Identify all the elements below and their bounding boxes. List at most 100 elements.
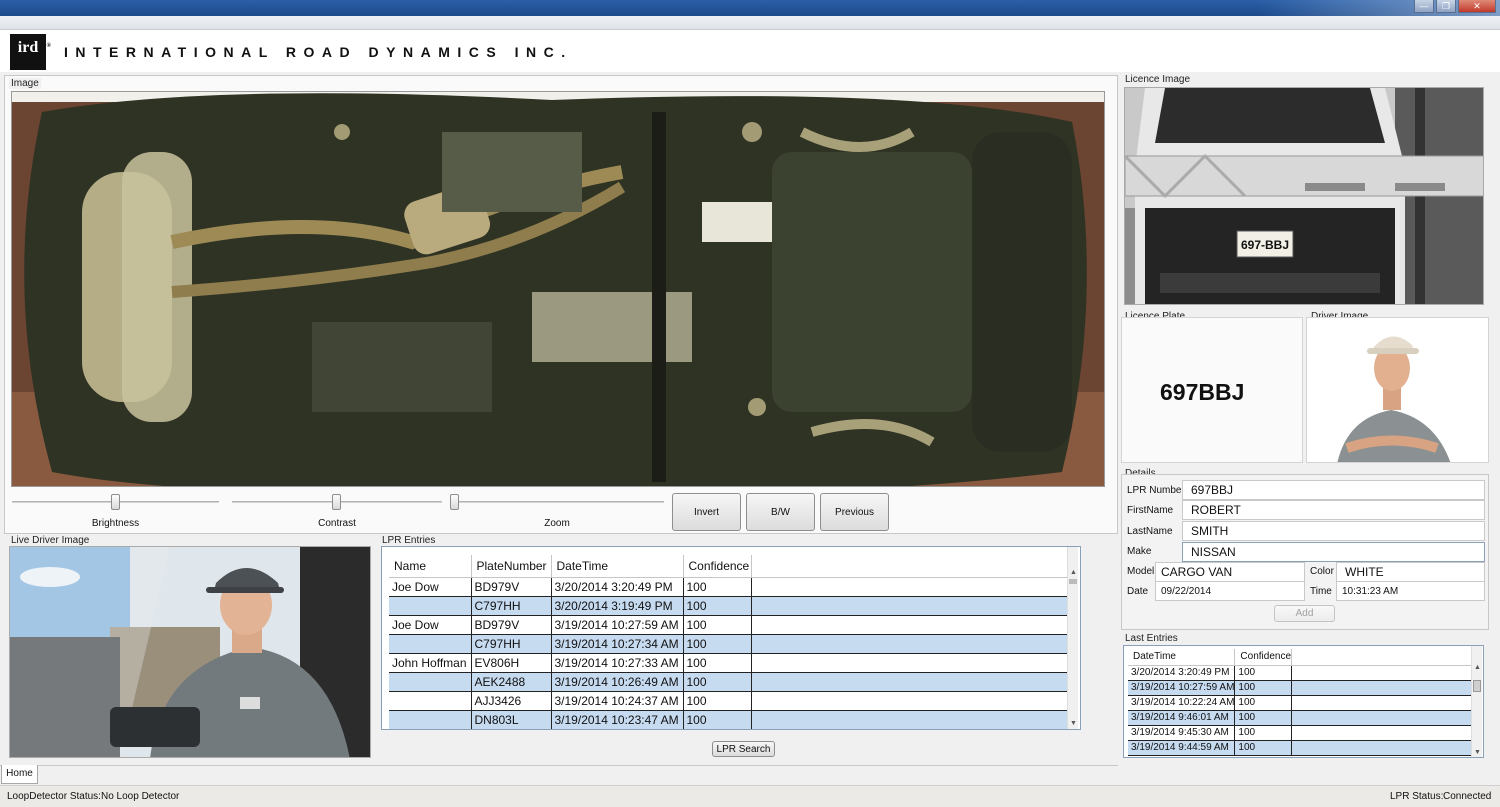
cell-confidence: 100 [683, 615, 752, 635]
previous-button[interactable]: Previous [820, 493, 889, 531]
contrast-thumb[interactable] [332, 494, 341, 510]
brightness-thumb[interactable] [111, 494, 120, 510]
first-name-field[interactable]: ROBERT [1182, 500, 1485, 520]
col-last-confidence[interactable]: Confidence [1234, 649, 1293, 666]
table-row[interactable]: C797HH 3/19/2014 10:27:34 AM 100 [389, 634, 1074, 654]
window-title-bar: — ❐ ✕ [0, 0, 1500, 16]
add-button[interactable]: Add [1274, 605, 1335, 622]
bw-button[interactable]: B/W [746, 493, 815, 531]
cell-last-confidence: 100 [1234, 710, 1293, 726]
cell-plate-number: DN803L [471, 710, 552, 729]
cell-last-datetime: 3/19/2014 9:46:01 AM [1128, 710, 1236, 726]
last-scroll-thumb[interactable] [1473, 680, 1481, 692]
lpr-scrollbar[interactable]: ▲ ▼ [1067, 547, 1078, 729]
last-name-field[interactable]: SMITH [1182, 521, 1485, 541]
color-field[interactable]: WHITE [1336, 562, 1485, 582]
cell-last-confidence: 100 [1234, 665, 1293, 681]
cell-last-filler [1291, 665, 1474, 681]
cell-datetime: 3/19/2014 10:27:59 AM [551, 615, 684, 635]
app-header: ird ® INTERNATIONAL ROAD DYNAMICS INC. [0, 30, 1500, 72]
tab-home[interactable]: Home [1, 765, 38, 784]
list-item[interactable]: 3/20/2014 3:20:49 PM 100 [1128, 665, 1474, 681]
time-field[interactable]: 10:31:23 AM [1336, 581, 1485, 601]
list-item[interactable]: 3/19/2014 9:46:01 AM 100 [1128, 710, 1474, 726]
vehicle-plate-text: 697-BBJ [1241, 238, 1289, 252]
table-row[interactable]: DN803L 3/19/2014 10:23:47 AM 100 [389, 710, 1074, 729]
cell-last-filler [1291, 680, 1474, 696]
cell-last-filler [1291, 725, 1474, 741]
live-driver-image [9, 546, 371, 758]
last-entries-scrollbar[interactable]: ▲ ▼ [1471, 646, 1482, 757]
col-last-datetime[interactable]: DateTime [1128, 649, 1236, 666]
col-datetime[interactable]: DateTime [551, 555, 684, 578]
scroll-thumb[interactable] [1069, 579, 1077, 584]
list-item[interactable]: 3/19/2014 10:22:24 AM 100 [1128, 695, 1474, 711]
cell-last-confidence: 100 [1234, 680, 1293, 696]
invert-button[interactable]: Invert [672, 493, 741, 531]
brightness-slider[interactable] [12, 493, 219, 511]
registered-mark: ® [46, 43, 51, 49]
color-label: Color [1310, 566, 1334, 577]
image-group-label: Image [9, 78, 41, 89]
col-plate-number[interactable]: PlateNumber [471, 555, 552, 578]
last-scroll-down-arrow[interactable]: ▼ [1472, 749, 1483, 756]
cell-datetime: 3/20/2014 3:19:49 PM [551, 596, 684, 616]
window-controls: — ❐ ✕ [1414, 0, 1496, 13]
cell-last-confidence: 100 [1234, 695, 1293, 711]
scroll-up-arrow[interactable]: ▲ [1068, 569, 1079, 576]
minimize-button[interactable]: — [1414, 0, 1434, 13]
col-name[interactable]: Name [389, 555, 472, 578]
lpr-entries-table[interactable]: Name PlateNumber DateTime Confidence Joe… [381, 546, 1081, 730]
lpr-number-field[interactable]: 697BBJ [1182, 480, 1485, 500]
cell-last-datetime: 3/20/2014 3:20:49 PM [1128, 665, 1236, 681]
table-row[interactable]: Joe Dow BD979V 3/20/2014 3:20:49 PM 100 [389, 577, 1074, 597]
cell-datetime: 3/20/2014 3:20:49 PM [551, 577, 684, 597]
last-name-label: LastName [1127, 526, 1173, 537]
lpr-search-button[interactable]: LPR Search [712, 741, 775, 757]
date-label: Date [1127, 586, 1149, 597]
table-row[interactable]: AEK2488 3/19/2014 10:26:49 AM 100 [389, 672, 1074, 692]
zoom-slider[interactable] [450, 493, 664, 511]
zoom-thumb[interactable] [450, 494, 459, 510]
cell-confidence: 100 [683, 672, 752, 692]
cell-last-datetime: 3/19/2014 9:45:30 AM [1128, 725, 1236, 741]
model-field[interactable]: CARGO VAN [1155, 562, 1305, 582]
cell-filler [751, 615, 1074, 635]
loop-status-label: LoopDetector Status: [7, 791, 101, 802]
last-entries-label: Last Entries [1123, 633, 1180, 644]
table-row[interactable]: Joe Dow BD979V 3/19/2014 10:27:59 AM 100 [389, 615, 1074, 635]
driver-image [1306, 317, 1489, 463]
list-item[interactable]: 3/19/2014 9:45:30 AM 100 [1128, 725, 1474, 741]
cell-datetime: 3/19/2014 10:26:49 AM [551, 672, 684, 692]
last-scroll-up-arrow[interactable]: ▲ [1472, 664, 1483, 671]
col-confidence[interactable]: Confidence [683, 555, 752, 578]
make-field[interactable]: NISSAN [1182, 542, 1485, 562]
cell-name: Joe Dow [389, 577, 472, 597]
live-driver-label: Live Driver Image [9, 535, 92, 546]
brightness-label: Brightness [91, 518, 140, 529]
scroll-down-arrow[interactable]: ▼ [1068, 720, 1079, 727]
menu-strip [0, 16, 1500, 30]
licence-plate-value: 697BBJ [1160, 379, 1245, 405]
cell-last-datetime: 3/19/2014 10:22:24 AM [1128, 695, 1236, 711]
maximize-button[interactable]: ❐ [1436, 0, 1456, 13]
table-row[interactable]: AJJ3426 3/19/2014 10:24:37 AM 100 [389, 691, 1074, 711]
cell-last-datetime: 3/19/2014 9:44:59 AM [1128, 740, 1236, 756]
date-field[interactable]: 09/22/2014 [1155, 581, 1305, 601]
first-name-label: FirstName [1127, 505, 1174, 516]
list-item[interactable]: 3/19/2014 10:27:59 AM 100 [1128, 680, 1474, 696]
time-label: Time [1310, 586, 1332, 597]
make-label: Make [1127, 546, 1152, 557]
table-row[interactable]: C797HH 3/20/2014 3:19:49 PM 100 [389, 596, 1074, 616]
close-button[interactable]: ✕ [1458, 0, 1496, 13]
cell-name [389, 634, 472, 654]
cell-plate-number: C797HH [471, 596, 552, 616]
cell-filler [751, 634, 1074, 654]
contrast-slider[interactable] [232, 493, 442, 511]
cell-plate-number: BD979V [471, 615, 552, 635]
cell-last-datetime: 3/19/2014 10:27:59 AM [1128, 680, 1236, 696]
list-item[interactable]: 3/19/2014 9:44:59 AM 100 [1128, 740, 1474, 756]
table-row[interactable]: John Hoffman EV806H 3/19/2014 10:27:33 AM 1… [389, 653, 1074, 673]
cell-plate-number: C797HH [471, 634, 552, 654]
last-entries-table[interactable]: DateTime Confidence 3/20/2014 3:20:49 PM… [1123, 645, 1484, 758]
